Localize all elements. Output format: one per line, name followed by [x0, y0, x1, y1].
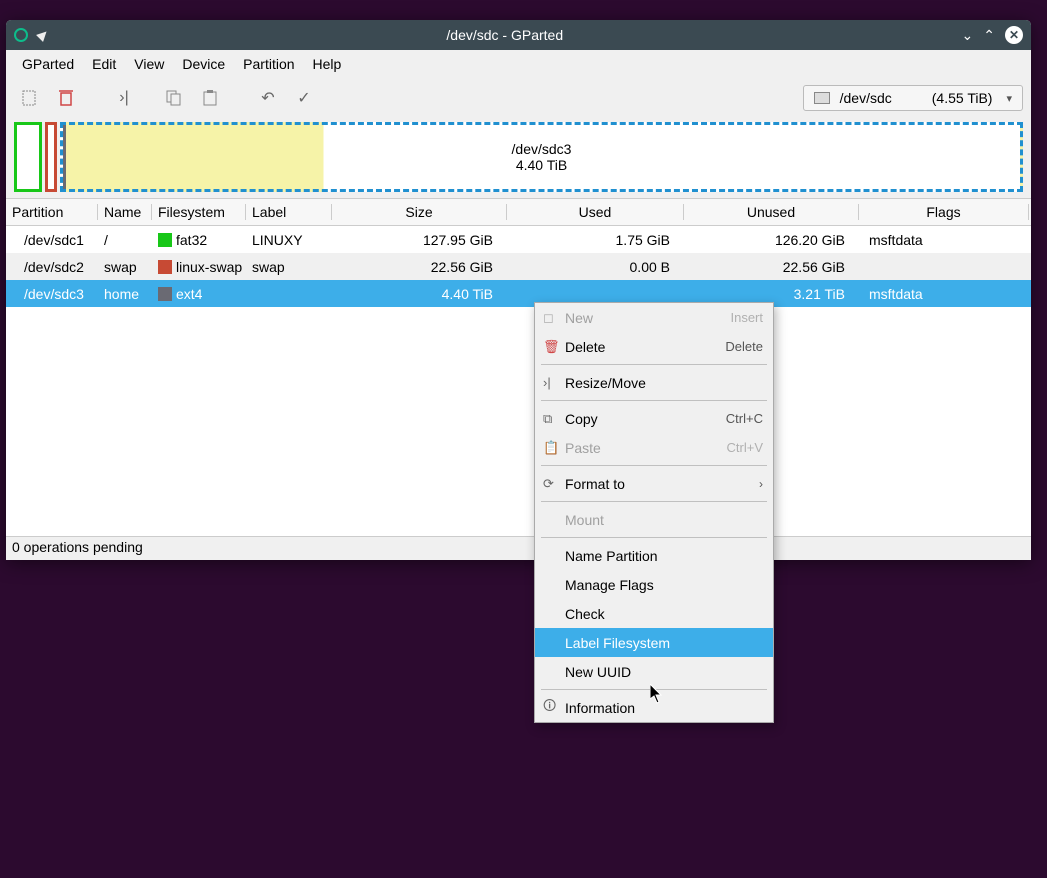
partmap-sdc3[interactable]: /dev/sdc3 4.40 TiB — [60, 122, 1023, 192]
table-row[interactable]: /dev/sdc3homeext44.40 TiB3.21 TiBmsftdat… — [6, 280, 1031, 307]
format-icon: ⟳ — [543, 476, 565, 492]
ctx-delete[interactable]: 🗑 DeleteDelete — [535, 332, 773, 361]
menu-device[interactable]: Device — [174, 52, 233, 76]
chevron-down-icon: ▾ — [1006, 92, 1012, 105]
col-size[interactable]: Size — [332, 204, 507, 220]
menu-partition[interactable]: Partition — [235, 52, 302, 76]
col-filesystem[interactable]: Filesystem — [152, 204, 246, 220]
apply-button[interactable]: ✓ — [288, 82, 320, 114]
minimize-button[interactable]: ⌄ — [962, 27, 974, 44]
table-row[interactable]: /dev/sdc2swaplinux-swapswap22.56 GiB0.00… — [6, 253, 1031, 280]
undo-button[interactable]: ↶ — [252, 82, 284, 114]
paste-icon: 📋 — [543, 440, 565, 456]
info-icon: 🛈 — [543, 697, 565, 719]
new-icon: ◻ — [543, 310, 565, 326]
maximize-button[interactable]: ⌃ — [983, 27, 995, 44]
copy-icon: ⧉ — [543, 411, 565, 427]
gparted-window: /dev/sdc - GParted ⌄ ⌃ ✕ GParted Edit Vi… — [6, 20, 1031, 560]
ctx-label-filesystem[interactable]: Label Filesystem — [535, 628, 773, 657]
ctx-copy[interactable]: ⧉ CopyCtrl+C — [535, 404, 773, 433]
device-path: /dev/sdc — [840, 90, 892, 106]
partmap-sdc2[interactable] — [45, 122, 57, 192]
device-selector[interactable]: /dev/sdc (4.55 TiB) ▾ — [803, 85, 1023, 111]
col-unused[interactable]: Unused — [684, 204, 859, 220]
ctx-paste: 📋 PasteCtrl+V — [535, 433, 773, 462]
menu-help[interactable]: Help — [305, 52, 350, 76]
new-partition-button[interactable] — [14, 82, 46, 114]
ctx-format[interactable]: ⟳ Format to› — [535, 469, 773, 498]
paste-button[interactable] — [194, 82, 226, 114]
ctx-mount: Mount — [535, 505, 773, 534]
table-header: Partition Name Filesystem Label Size Use… — [6, 199, 1031, 226]
col-label[interactable]: Label — [246, 204, 332, 220]
table-row[interactable]: /dev/sdc1/fat32LINUXY127.95 GiB1.75 GiB1… — [6, 226, 1031, 253]
copy-button[interactable] — [158, 82, 190, 114]
col-flags[interactable]: Flags — [859, 204, 1029, 220]
window-title: /dev/sdc - GParted — [48, 27, 962, 43]
context-menu: ◻ NewInsert 🗑 DeleteDelete ›| Resize/Mov… — [534, 302, 774, 723]
col-used[interactable]: Used — [507, 204, 684, 220]
menubar: GParted Edit View Device Partition Help — [6, 50, 1031, 78]
menu-edit[interactable]: Edit — [84, 52, 124, 76]
toolbar: ›| ↶ ✓ /dev/sdc (4.55 TiB) ▾ — [6, 78, 1031, 118]
resize-button[interactable]: ›| — [108, 82, 140, 114]
delete-partition-button[interactable] — [50, 82, 82, 114]
partition-table: Partition Name Filesystem Label Size Use… — [6, 198, 1031, 536]
app-menu-icon[interactable] — [14, 28, 28, 42]
trash-icon: 🗑 — [543, 339, 565, 355]
menu-view[interactable]: View — [126, 52, 172, 76]
ctx-resize[interactable]: ›| Resize/Move — [535, 368, 773, 397]
partition-map[interactable]: /dev/sdc3 4.40 TiB — [14, 122, 1023, 192]
chevron-right-icon: › — [759, 477, 763, 491]
device-size: (4.55 TiB) — [932, 90, 993, 106]
resize-icon: ›| — [543, 375, 565, 390]
ctx-new: ◻ NewInsert — [535, 303, 773, 332]
col-name[interactable]: Name — [98, 204, 152, 220]
ctx-information[interactable]: 🛈 Information — [535, 693, 773, 722]
partmap-sdc1[interactable] — [14, 122, 42, 192]
col-partition[interactable]: Partition — [6, 204, 98, 220]
status-bar: 0 operations pending — [6, 536, 1031, 560]
ctx-new-uuid[interactable]: New UUID — [535, 657, 773, 686]
titlebar: /dev/sdc - GParted ⌄ ⌃ ✕ — [6, 20, 1031, 50]
menu-gparted[interactable]: GParted — [14, 52, 82, 76]
disk-icon — [814, 92, 830, 104]
ctx-name-partition[interactable]: Name Partition — [535, 541, 773, 570]
close-button[interactable]: ✕ — [1005, 26, 1023, 44]
ctx-check[interactable]: Check — [535, 599, 773, 628]
ctx-manage-flags[interactable]: Manage Flags — [535, 570, 773, 599]
